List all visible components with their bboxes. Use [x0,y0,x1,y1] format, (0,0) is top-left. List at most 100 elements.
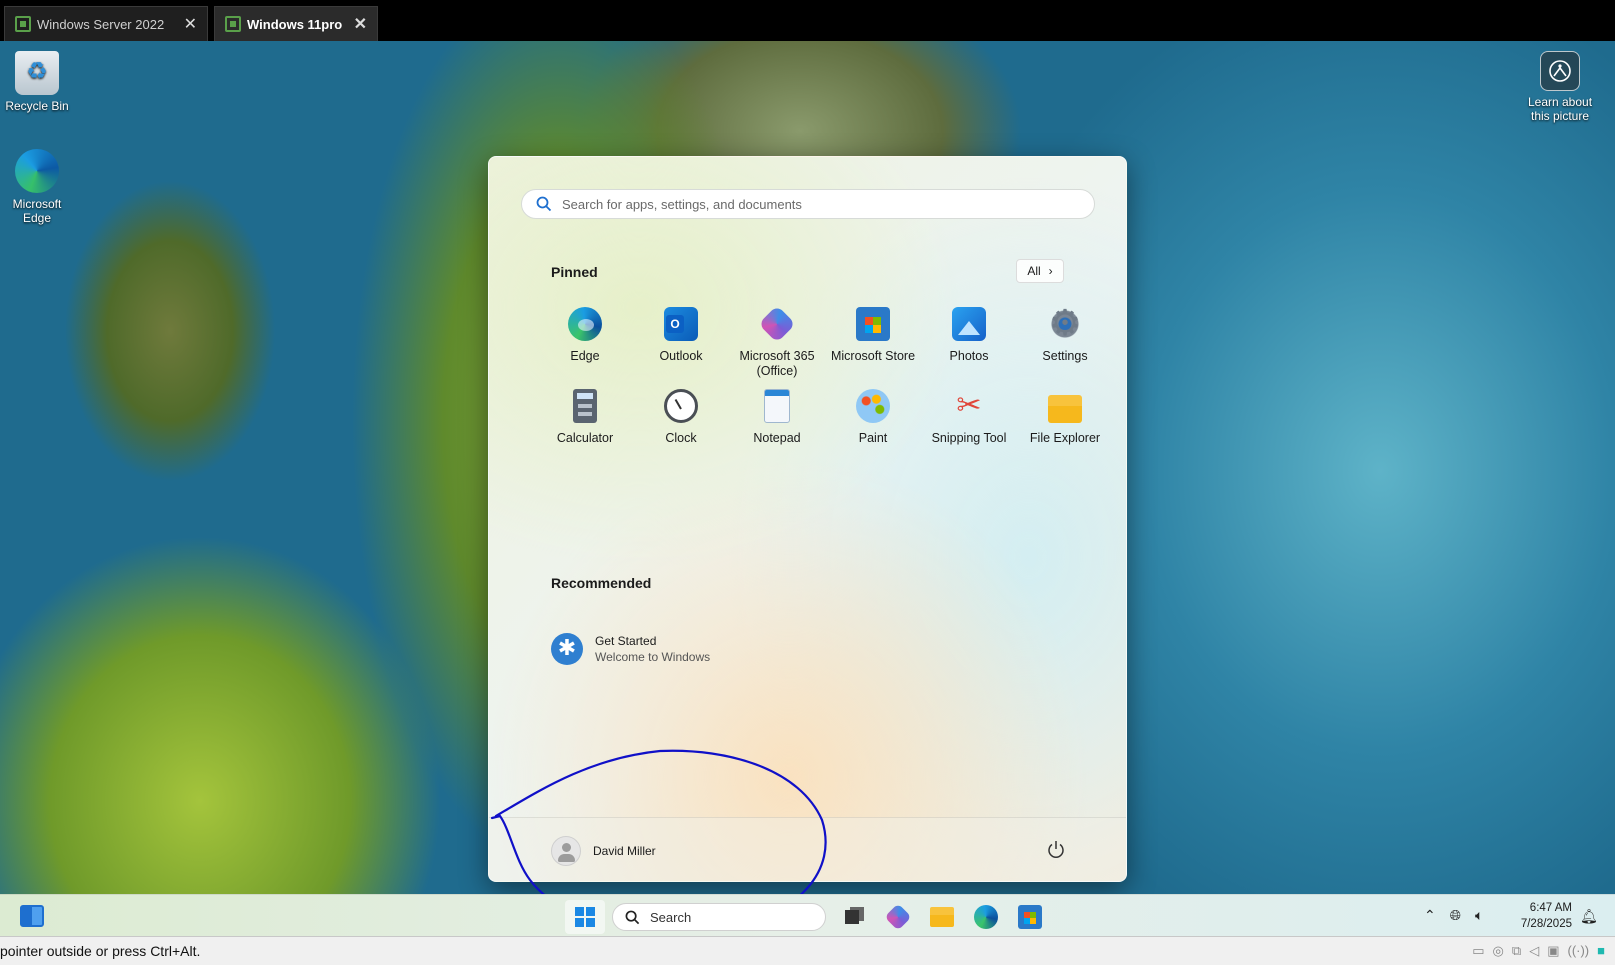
system-tray: ⌃ 🌐︎ 🔈︎ [1424,907,1483,924]
pinned-app-paint[interactable]: Paint [825,389,921,471]
camera-info-icon [1540,51,1580,91]
all-apps-button[interactable]: All › [1016,259,1064,283]
user-name: David Miller [593,844,656,858]
start-menu: Pinned All › Edge Outlook Microsoft 365 … [488,156,1127,882]
wireless-icon[interactable]: ((·)) [1567,943,1589,959]
task-view-icon[interactable] [842,905,866,929]
folder-icon [1048,395,1082,423]
recommended-item-title: Get Started [595,634,657,648]
pinned-app-microsoft-365[interactable]: Microsoft 365 (Office) [729,305,825,389]
vm-icon [15,16,31,32]
edge-icon[interactable] [974,905,998,929]
search-icon [625,910,640,924]
windows-logo-icon [575,907,595,927]
gear-icon [1048,303,1082,343]
edge-icon [568,307,602,341]
speaker-icon[interactable]: 🔈︎ [1475,907,1483,924]
app-label: Microsoft Store [830,349,916,363]
clock-time: 6:47 AM [1529,902,1572,914]
app-label: Microsoft 365 (Office) [739,349,815,378]
cd-icon[interactable]: ◎ [1493,943,1504,959]
taskbar-search-label: Search [650,909,692,925]
tab-windows-server-2022[interactable]: Windows Server 2022 ✕ [4,6,208,41]
pinned-app-snipping-tool[interactable]: Snipping Tool [921,389,1017,471]
microsoft-365-icon [758,305,796,343]
close-icon[interactable]: ✕ [184,14,197,34]
app-label: Photos [949,349,989,363]
store-icon[interactable] [1018,905,1042,929]
network-icon[interactable]: ⧉ [1512,943,1521,959]
app-label: File Explorer [1029,431,1101,445]
recommended-title: Recommended [551,575,652,591]
taskbar: Search ⌃ 🌐︎ 🔈︎ 6:47 AM 7/28/2025 🔔︎ [0,894,1615,937]
app-label: Edge [570,349,600,363]
app-label: Calculator [556,431,614,445]
learn-about-label: Learn about this picture [1527,95,1593,123]
pinned-apps-grid: Edge Outlook Microsoft 365 (Office) Micr… [537,303,1113,471]
copilot-icon[interactable] [884,903,912,931]
all-apps-label: All [1027,264,1041,278]
notification-bell-icon[interactable]: 🔔︎ [1580,908,1598,925]
outlook-icon [664,307,698,341]
learn-about-picture[interactable]: Learn about this picture [1520,51,1600,123]
desktop-icon-microsoft-edge[interactable]: Microsoft Edge [0,149,74,225]
app-label: Snipping Tool [931,431,1007,445]
status-message: pointer outside or press Ctrl+Alt. [0,943,201,959]
start-search-box[interactable] [521,189,1095,219]
get-started-icon [551,633,583,665]
widgets-icon[interactable] [20,905,44,927]
start-button[interactable] [565,900,605,934]
pinned-app-notepad[interactable]: Notepad [729,389,825,471]
scissors-icon [952,389,986,423]
recommended-item-get-started[interactable]: Get Started Welcome to Windows [551,633,710,665]
file-explorer-icon[interactable] [930,907,954,927]
taskbar-search[interactable]: Search [612,903,826,931]
app-label: Paint [858,431,888,445]
sound-icon[interactable]: ◁ [1529,943,1539,959]
message-icon[interactable]: ■ [1597,943,1605,959]
desktop-icon-recycle-bin[interactable]: Recycle Bin [0,51,74,113]
tab-windows-11pro[interactable]: Windows 11pro ✕ [214,6,378,41]
desktop-icon-label: Microsoft Edge [12,197,62,225]
vm-tab-bar: Windows Server 2022 ✕ Windows 11pro ✕ [0,0,1615,41]
user-account-button[interactable]: David Miller [551,836,656,866]
pinned-app-edge[interactable]: Edge [537,307,633,389]
power-icon[interactable] [1045,838,1067,860]
tab-label: Windows Server 2022 [37,16,165,32]
photos-icon [952,307,986,341]
pinned-title: Pinned [551,264,598,280]
chevron-right-icon: › [1048,264,1053,278]
pinned-app-microsoft-store[interactable]: Microsoft Store [825,307,921,389]
recycle-bin-icon [15,51,59,95]
pinned-app-file-explorer[interactable]: File Explorer [1017,389,1113,471]
vm-status-bar: pointer outside or press Ctrl+Alt. ▭ ◎ ⧉… [0,936,1615,965]
avatar [551,836,581,866]
status-icons: ▭ ◎ ⧉ ◁ ▣ ((·)) ■ [1472,943,1605,959]
clock-icon [664,389,698,423]
app-label: Outlook [659,349,703,363]
tab-label: Windows 11pro [247,16,343,32]
edge-icon [15,149,59,193]
paint-icon [856,389,890,423]
app-label: Settings [1042,349,1088,363]
drive-icon[interactable]: ▭ [1472,943,1484,959]
pinned-app-clock[interactable]: Clock [633,389,729,471]
desktop-icon-label: Recycle Bin [5,99,69,113]
store-icon [856,307,890,341]
chevron-up-icon[interactable]: ⌃ [1424,907,1436,924]
pinned-app-outlook[interactable]: Outlook [633,307,729,389]
calculator-icon [573,389,597,423]
pinned-app-calculator[interactable]: Calculator [537,389,633,471]
search-icon [536,196,552,212]
camera-icon[interactable]: ▣ [1547,943,1559,959]
pinned-app-photos[interactable]: Photos [921,307,1017,389]
pinned-app-settings[interactable]: Settings [1017,303,1113,389]
start-menu-footer: David Miller [489,817,1126,881]
recommended-item-subtitle: Welcome to Windows [595,650,711,664]
clock-date: 7/28/2025 [1520,918,1572,930]
app-label: Notepad [753,431,801,445]
start-search-input[interactable] [560,195,1044,213]
taskbar-clock[interactable]: 6:47 AM 7/28/2025 [1512,900,1572,932]
network-globe-icon[interactable]: 🌐︎ [1450,907,1461,924]
close-icon[interactable]: ✕ [354,14,367,34]
